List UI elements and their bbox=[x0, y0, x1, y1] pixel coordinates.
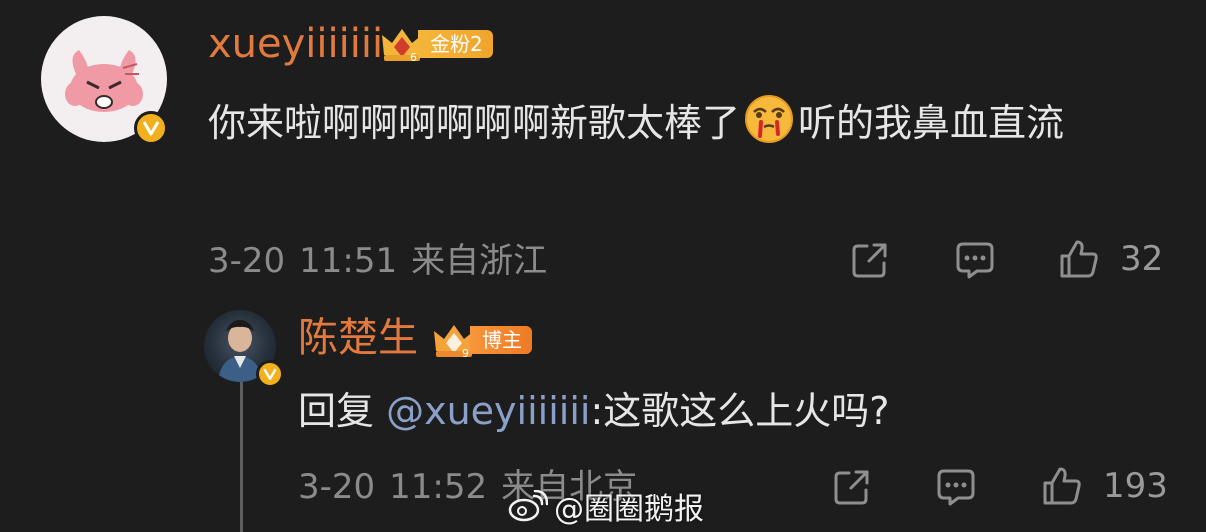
nosebleed-emoji bbox=[745, 95, 794, 143]
badge-level: 9 bbox=[462, 347, 469, 359]
fan-badge[interactable]: 6 金粉2 bbox=[380, 25, 493, 63]
comment-text: 你来啦啊啊啊啊啊啊新歌太棒了 听的我鼻血直流 bbox=[208, 94, 1178, 150]
like-button[interactable]: 32 bbox=[1058, 238, 1163, 280]
reply-time: 11:52 bbox=[389, 467, 488, 507]
comment-username[interactable]: xueyiiiiiii bbox=[208, 24, 383, 64]
reply-button[interactable] bbox=[936, 467, 976, 507]
comment-time: 11:51 bbox=[299, 241, 398, 281]
watermark: @圈圈鹅报 bbox=[508, 484, 704, 528]
like-button[interactable]: 193 bbox=[1041, 465, 1168, 507]
badge-label: 博主 bbox=[470, 326, 532, 354]
verified-v-icon bbox=[256, 360, 284, 388]
avatar-xueyiiiiiii[interactable] bbox=[41, 16, 169, 145]
reply-button[interactable] bbox=[955, 240, 995, 280]
share-icon bbox=[834, 470, 869, 505]
like-count: 193 bbox=[1103, 466, 1168, 506]
comment-text-part2: 听的我鼻血直流 bbox=[798, 101, 1065, 145]
reply-body: :这歌这么上火吗? bbox=[590, 389, 890, 433]
reply-username[interactable]: 陈楚生 bbox=[298, 318, 418, 358]
comment-meta: 3-20 11:51 来自浙江 bbox=[208, 244, 547, 278]
comment-location: 来自浙江 bbox=[411, 241, 548, 281]
reply-text: 回复 @xueyiiiiiii:这歌这么上火吗? bbox=[298, 388, 889, 434]
comment-date: 3-20 bbox=[208, 241, 286, 281]
share-icon bbox=[852, 243, 887, 278]
share-button[interactable] bbox=[850, 240, 890, 280]
avatar-chenchusheng[interactable] bbox=[204, 310, 284, 390]
comment-text-part1: 你来啦啊啊啊啊啊啊新歌太棒了 bbox=[208, 101, 741, 145]
reply-prefix: 回复 bbox=[298, 389, 387, 433]
badge-level: 6 bbox=[410, 51, 417, 63]
thread-line bbox=[240, 380, 243, 532]
comment-icon bbox=[956, 242, 994, 279]
badge-label: 金粉2 bbox=[418, 30, 493, 58]
share-button[interactable] bbox=[832, 467, 872, 507]
watermark-text: @圈圈鹅报 bbox=[554, 492, 704, 527]
like-count: 32 bbox=[1120, 239, 1164, 279]
mention-link[interactable]: @xueyiiiiiii bbox=[386, 389, 590, 433]
verified-v-icon bbox=[134, 111, 168, 145]
thumbs-up-icon bbox=[1060, 240, 1098, 278]
thumbs-up-icon bbox=[1043, 467, 1081, 505]
blogger-badge[interactable]: 9 博主 bbox=[432, 321, 532, 359]
comment-icon bbox=[937, 469, 975, 506]
reply-date: 3-20 bbox=[298, 467, 376, 507]
weibo-logo-icon bbox=[508, 490, 548, 522]
